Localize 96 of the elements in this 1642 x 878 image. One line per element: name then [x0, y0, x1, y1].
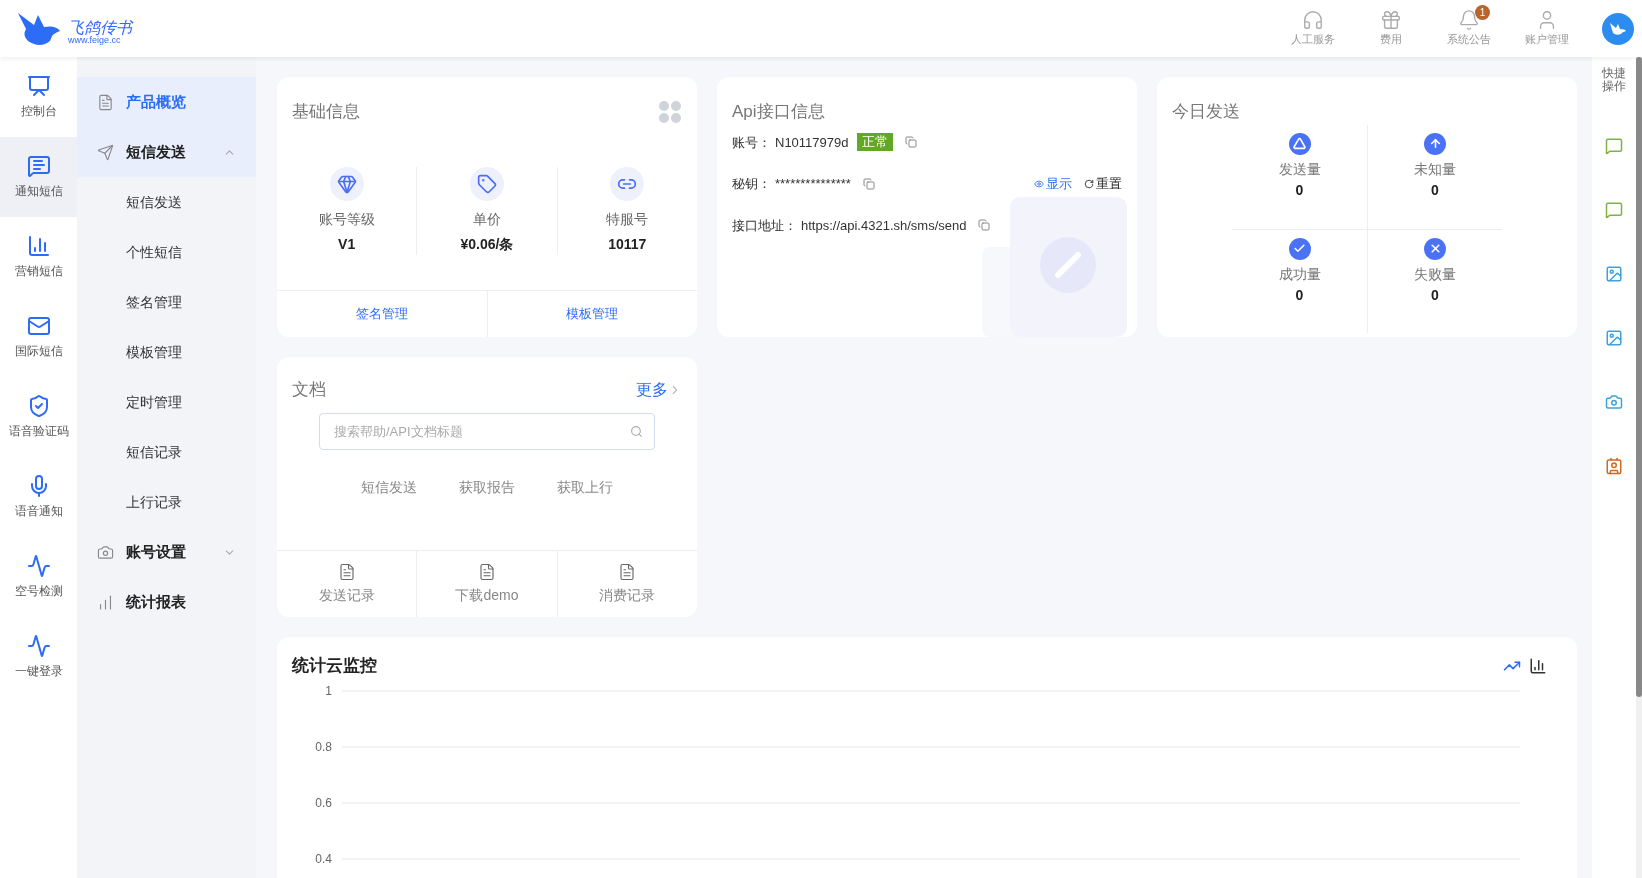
card-link[interactable]: 模板管理 [486, 291, 697, 337]
submenu-item[interactable]: 定时管理 [77, 377, 256, 427]
axis-tick-label: 0.4 [315, 851, 332, 866]
triangle-icon [1293, 137, 1306, 150]
stat-value: 10117 [608, 235, 647, 255]
document-icon [97, 93, 114, 111]
stat-value: V1 [338, 235, 356, 255]
card-title: 基础信息 [292, 101, 360, 123]
more-link[interactable]: 更多 [636, 377, 682, 402]
card-title: 统计云监控 [292, 655, 377, 677]
doc-link[interactable]: 获取报告 [459, 476, 515, 498]
quick-actions-title: 快捷操作 [1601, 67, 1627, 93]
card-title: 文档 [292, 379, 326, 401]
stat-label: 失败量 [1414, 264, 1456, 284]
submenu-item[interactable]: 短信记录 [77, 427, 256, 477]
menu-item[interactable]: 产品概览 [77, 77, 256, 127]
secret-label: 秘钥： [732, 175, 771, 193]
card-title: 今日发送 [1172, 101, 1241, 123]
copy-icon[interactable] [904, 136, 917, 149]
stat-value: 0 [1295, 180, 1304, 200]
logo-name: 飞鸽传书 [68, 19, 132, 36]
axis-tick-label: 0.6 [315, 795, 332, 810]
axis-tick-label: 1 [325, 683, 332, 698]
eye-icon [1034, 178, 1044, 189]
contact-card-icon[interactable] [1605, 457, 1623, 475]
doc-shortcut[interactable]: 下载demo [416, 551, 557, 617]
api-url: https://api.4321.sh/sms/send [801, 216, 967, 235]
stat-value: 0 [1295, 285, 1304, 305]
bird-icon [1609, 21, 1627, 36]
tag-icon [477, 174, 497, 195]
avatar[interactable] [1602, 12, 1634, 45]
url-label: 接口地址： [732, 216, 797, 235]
camera-icon[interactable] [1605, 393, 1623, 411]
stat-label: 发送量 [1278, 159, 1321, 179]
account-number: N10117979d [775, 133, 849, 152]
activity-icon [26, 634, 51, 658]
chat-icon[interactable] [1605, 201, 1623, 219]
secret-value: *************** [775, 175, 851, 193]
search-icon [630, 424, 643, 438]
submenu-item[interactable]: 上行记录 [77, 477, 256, 527]
headset-icon [1302, 9, 1324, 32]
activity-icon [26, 554, 51, 578]
check-icon [1293, 242, 1306, 255]
presentation-icon [26, 74, 51, 98]
stat-label: 单价 [473, 210, 501, 230]
status-badge: 正常 [856, 133, 893, 152]
chat-icon[interactable] [1605, 137, 1623, 155]
stat-label: 成功量 [1278, 264, 1321, 284]
submenu-item[interactable]: 短信发送 [77, 177, 256, 227]
show-link[interactable]: 显示 [1034, 174, 1072, 194]
chart-icon [26, 234, 51, 258]
image-icon[interactable] [1605, 329, 1623, 347]
mail-icon [26, 314, 51, 338]
rail-item[interactable]: 通知短信 [0, 137, 77, 217]
image-icon[interactable] [1605, 265, 1623, 283]
doc-link[interactable]: 短信发送 [361, 476, 417, 498]
message-icon [26, 154, 51, 178]
doc-shortcut[interactable]: 发送记录 [277, 551, 417, 617]
menu-item[interactable]: 账号设置 [77, 527, 256, 577]
account-label: 账号： [732, 133, 771, 152]
arrow-up-icon [1428, 137, 1442, 150]
document-icon [337, 562, 356, 581]
copy-icon[interactable] [862, 177, 875, 190]
menu-item[interactable]: 短信发送 [77, 127, 256, 177]
stat-value: ¥0.06/条 [460, 235, 514, 255]
refresh-icon [1084, 178, 1094, 189]
copy-icon[interactable] [978, 219, 991, 232]
bell-icon [1458, 9, 1480, 32]
submenu-item[interactable]: 模板管理 [77, 327, 256, 377]
close-icon [1428, 242, 1442, 255]
grid-icon [658, 99, 682, 124]
card-title: Api接口信息 [732, 101, 826, 123]
stat-label: 账号等级 [318, 210, 375, 230]
document-icon [618, 562, 637, 581]
bar-chart-icon[interactable] [1529, 656, 1547, 675]
bar-chart-icon [97, 593, 114, 611]
reset-link[interactable]: 重置 [1084, 174, 1122, 194]
card-link[interactable]: 签名管理 [277, 291, 487, 337]
doc-shortcut[interactable]: 消费记录 [556, 551, 697, 617]
gem-icon [336, 174, 357, 195]
search-field[interactable]: 搜索帮助/API文档标题 [319, 412, 655, 450]
submenu-item[interactable]: 个性短信 [77, 227, 256, 277]
stat-label: 特服号 [606, 210, 649, 230]
logo-url: www.feige.cc [68, 35, 121, 45]
menu-item[interactable]: 统计报表 [77, 577, 256, 627]
stat-value: 0 [1431, 180, 1439, 200]
camera-icon [97, 543, 114, 561]
doc-link[interactable]: 获取上行 [557, 476, 613, 498]
stat-label: 未知量 [1414, 159, 1456, 179]
stat-value: 0 [1431, 285, 1439, 305]
axis-tick-label: 0.8 [315, 739, 332, 754]
submenu-item[interactable]: 签名管理 [77, 277, 256, 327]
send-icon [97, 143, 114, 161]
notification-badge: 1 [1475, 5, 1490, 21]
gift-icon [1380, 9, 1402, 32]
document-icon [478, 562, 496, 581]
